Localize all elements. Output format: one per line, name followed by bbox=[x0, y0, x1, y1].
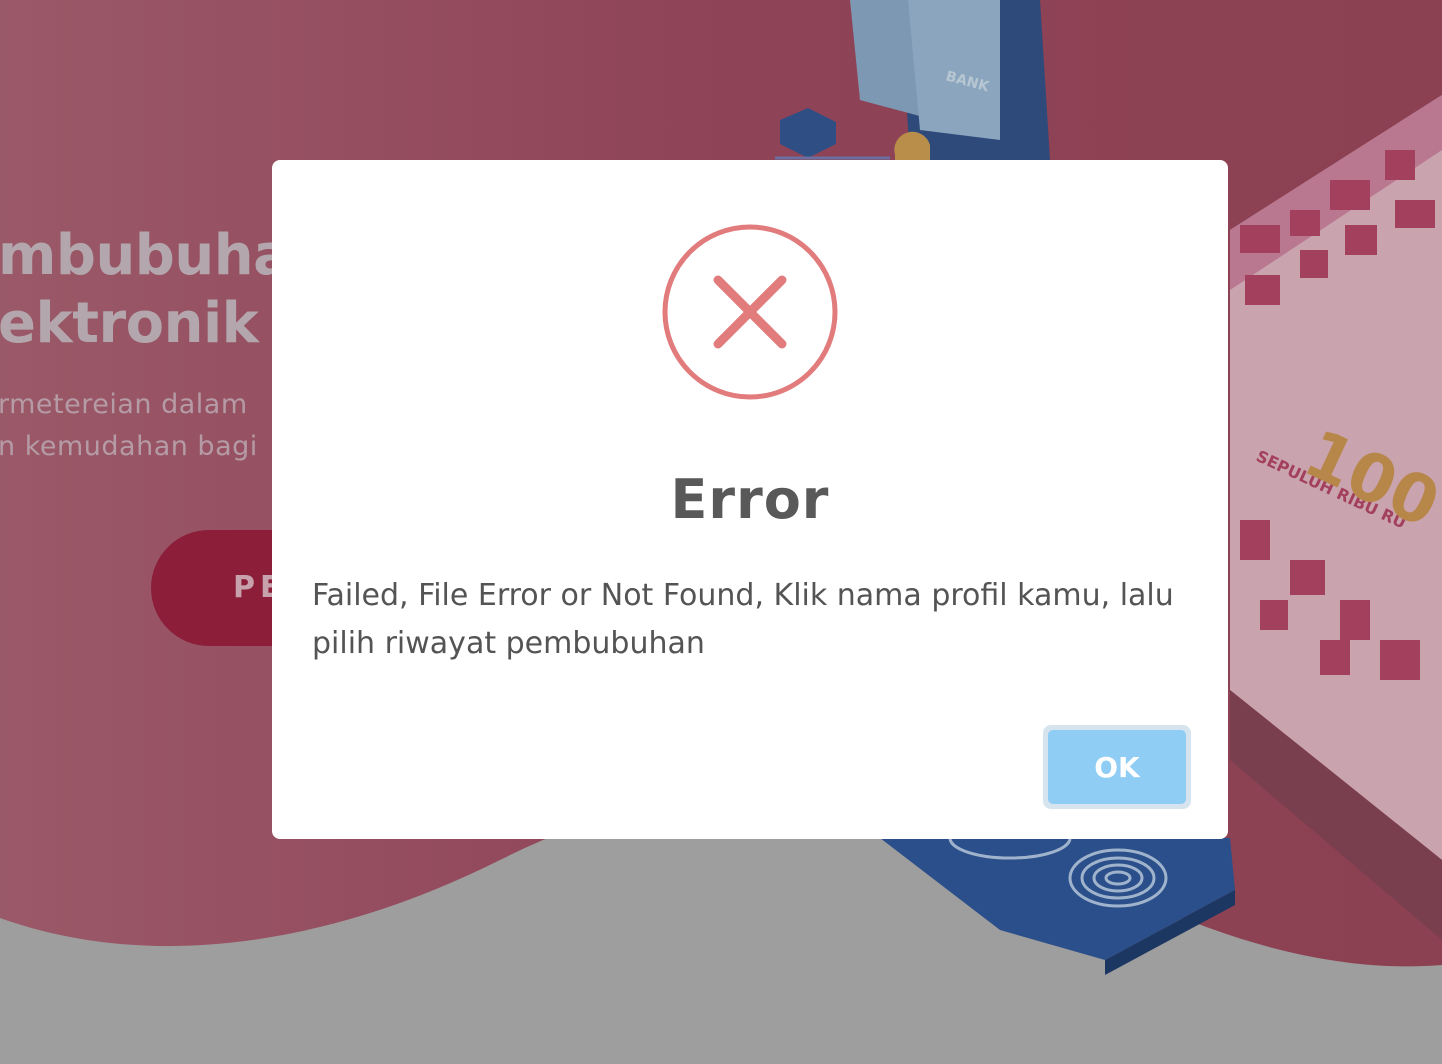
dialog-title: Error bbox=[670, 468, 830, 531]
hero-description-line-1: rmetereian dalam bbox=[0, 389, 248, 420]
hero-description-line-2: n kemudahan bagi bbox=[0, 431, 258, 462]
ok-button[interactable]: OK bbox=[1048, 730, 1186, 804]
ok-button-focus-ring: OK bbox=[1043, 725, 1191, 809]
dialog-message: Failed, File Error or Not Found, Klik na… bbox=[312, 578, 1174, 661]
hero-description: rmetereian dalam n kemudahan bagi bbox=[0, 384, 258, 468]
error-x-circle-icon bbox=[662, 224, 838, 400]
error-dialog: Error Failed, File Error or Not Found, K… bbox=[272, 160, 1228, 839]
